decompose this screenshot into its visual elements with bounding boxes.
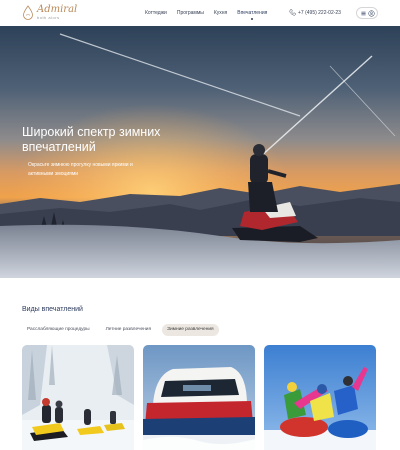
logo-title: Admiral xyxy=(37,4,78,15)
phone-number: +7 (495) 222-02-23 xyxy=(298,9,341,16)
tubing-image xyxy=(264,345,376,450)
main-nav: Коттеджи Программы Кухня Впечатления xyxy=(145,10,277,20)
logo-subtitle: both alors xyxy=(37,15,60,20)
hovercraft-image xyxy=(143,345,255,450)
hero-subtitle: Окрасьте зимнюю прогулку новыми яркими и… xyxy=(28,162,133,177)
hero-banner: Широкий спектр зимних впечатлений Окрась… xyxy=(0,26,400,278)
nav-item-cottages[interactable]: Коттеджи xyxy=(145,10,167,16)
tab-summer-activities[interactable]: Летние развлечения xyxy=(101,324,157,336)
experience-card-hovercraft[interactable] xyxy=(143,345,255,450)
menu-icon xyxy=(360,11,366,15)
tab-relaxing-procedures[interactable]: Расслабляющие процедуры xyxy=(22,324,95,336)
tab-winter-activities[interactable]: Зимние развлечения xyxy=(162,324,219,336)
section-title: Виды впечатлений xyxy=(22,306,83,313)
logo-drop-icon xyxy=(23,5,33,20)
phone-icon xyxy=(289,9,296,16)
logo[interactable]: Admiral both alors xyxy=(22,5,77,20)
snowmobile-tour-image xyxy=(22,345,134,450)
experience-card-snowmobile[interactable] xyxy=(22,345,134,450)
site-header: Admiral both alors Коттеджи Программы Ку… xyxy=(0,0,400,26)
page: Admiral both alors Коттеджи Программы Ку… xyxy=(0,0,400,450)
user-icon xyxy=(367,9,375,17)
nav-item-kitchen[interactable]: Кухня xyxy=(214,10,227,16)
hero-title: Широкий спектр зимних впечатлений xyxy=(22,125,161,154)
nav-item-impressions[interactable]: Впечатления xyxy=(237,10,267,20)
phone-link[interactable]: +7 (495) 222-02-23 xyxy=(289,9,341,16)
experience-tabs: Расслабляющие процедуры Летние развлечен… xyxy=(22,324,219,336)
experience-cards xyxy=(22,345,378,450)
experience-card-tubing[interactable] xyxy=(264,345,376,450)
nav-item-programs[interactable]: Программы xyxy=(177,10,204,16)
account-menu-button[interactable] xyxy=(356,7,378,19)
